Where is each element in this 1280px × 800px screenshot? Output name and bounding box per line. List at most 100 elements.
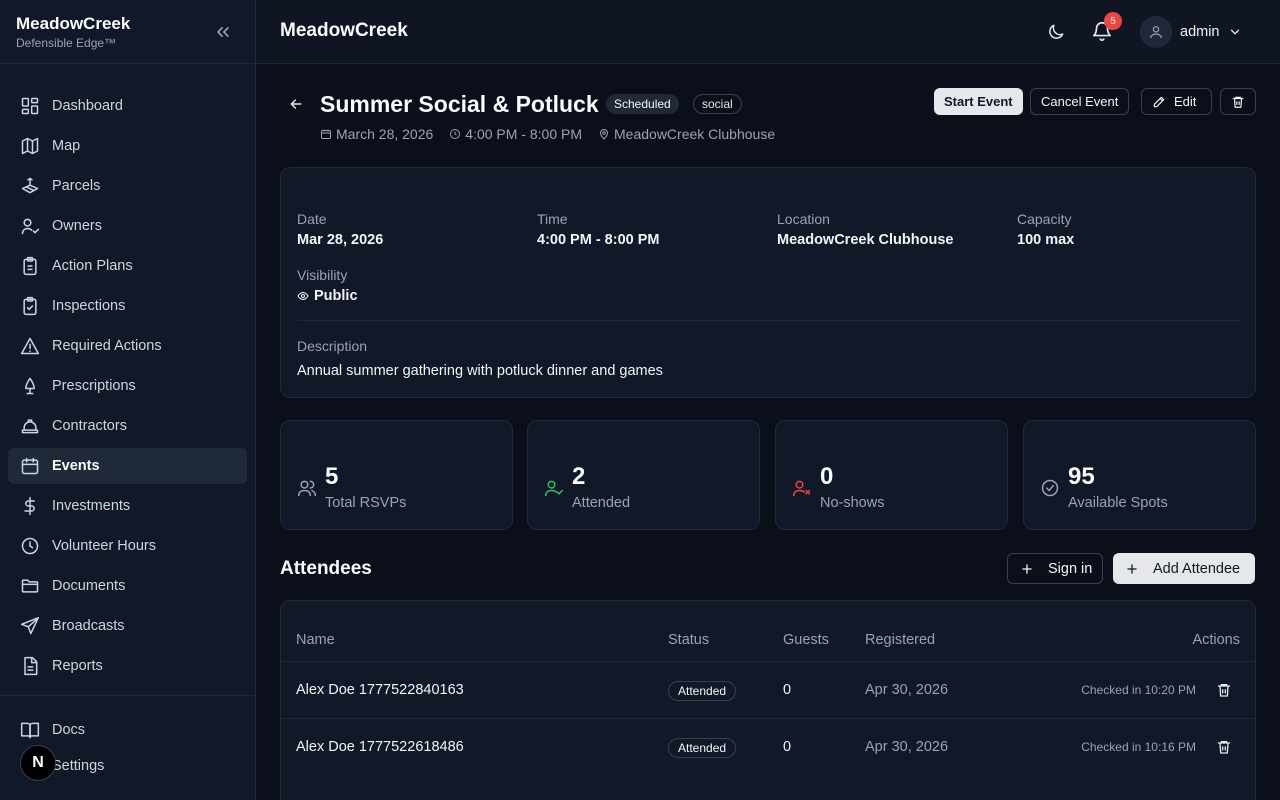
event-date-text: March 28, 2026 <box>336 126 434 142</box>
add-attendee-button[interactable]: Add Attendee <box>1113 553 1255 584</box>
back-arrow-icon[interactable] <box>288 96 304 112</box>
stat-available-spots: 95 Available Spots <box>1023 420 1256 530</box>
plus-icon <box>1020 562 1048 576</box>
eye-icon <box>297 290 314 302</box>
user-check-icon <box>544 478 564 498</box>
checked-in-time: Checked in 10:20 PM <box>1081 683 1196 697</box>
clipboard-icon <box>20 256 40 276</box>
sidebar-item-label: Required Actions <box>52 338 162 354</box>
clipboard-check-icon <box>20 296 40 316</box>
details-divider <box>297 320 1241 321</box>
user-x-icon <box>792 478 812 498</box>
column-header-actions: Actions <box>1192 632 1240 648</box>
brand-tagline: Defensible Edge™ <box>16 36 117 50</box>
edit-button[interactable]: Edit <box>1141 88 1212 115</box>
start-event-button[interactable]: Start Event <box>934 88 1023 115</box>
send-icon <box>20 616 40 636</box>
table-row: Alex Doe 1777522618486 Attended 0 Apr 30… <box>281 718 1255 775</box>
stat-no-shows: 0 No-shows <box>775 420 1008 530</box>
sidebar-item-docs[interactable]: Docs <box>8 712 247 748</box>
event-details-card: Date Mar 28, 2026 Time 4:00 PM - 8:00 PM… <box>280 167 1256 398</box>
user-menu[interactable]: admin <box>1140 16 1242 48</box>
report-icon <box>20 656 40 676</box>
stat-total-rsvps: 5 Total RSVPs <box>280 420 513 530</box>
sidebar-item-label: Owners <box>52 218 102 234</box>
sidebar-item-label: Prescriptions <box>52 378 136 394</box>
sidebar-item-label: Investments <box>52 498 131 514</box>
warning-icon <box>20 336 40 356</box>
detail-value: 100 max <box>1017 232 1075 248</box>
sidebar-item-dashboard[interactable]: Dashboard <box>8 88 247 124</box>
stat-label: Available Spots <box>1068 495 1168 511</box>
stat-value: 0 <box>820 463 834 490</box>
plus-icon <box>1125 562 1153 576</box>
sidebar-item-label: Parcels <box>52 178 101 194</box>
event-time: 4:00 PM - 8:00 PM <box>449 126 582 142</box>
trash-icon <box>1231 95 1245 109</box>
detail-visibility: Visibility Public <box>297 266 358 306</box>
trash-icon[interactable] <box>1216 682 1232 698</box>
chevron-down-icon <box>1228 25 1242 39</box>
trash-icon[interactable] <box>1216 739 1232 755</box>
book-icon <box>20 720 40 740</box>
status-badge: Attended <box>668 681 737 701</box>
sidebar-item-label: Broadcasts <box>52 618 125 634</box>
notification-count-badge: 5 <box>1104 12 1122 30</box>
top-header: MeadowCreek 5 admin <box>256 0 1280 64</box>
dashboard-icon <box>20 96 40 116</box>
brand: MeadowCreek Defensible Edge™ <box>16 14 130 51</box>
stat-value: 2 <box>572 463 586 490</box>
column-header-status: Status <box>668 632 710 648</box>
sidebar-item-owners[interactable]: Owners <box>8 208 247 244</box>
sidebar-item-documents[interactable]: Documents <box>8 568 247 604</box>
sidebar-item-events[interactable]: Events <box>8 448 247 484</box>
sidebar-item-inspections[interactable]: Inspections <box>8 288 247 324</box>
moon-icon[interactable] <box>1046 22 1066 42</box>
sign-in-button[interactable]: Sign in <box>1007 553 1103 584</box>
detail-label: Location <box>777 211 830 227</box>
dev-tools-badge[interactable]: N <box>20 745 56 781</box>
stat-label: Attended <box>572 495 631 511</box>
attendee-name: Alex Doe 1777522840163 <box>296 682 464 698</box>
sidebar-item-label: Action Plans <box>52 258 133 274</box>
collapse-sidebar-icon[interactable] <box>212 22 234 42</box>
description-text: Annual summer gathering with potluck din… <box>297 363 663 379</box>
event-time-text: 4:00 PM - 8:00 PM <box>465 126 583 142</box>
sidebar-item-parcels[interactable]: Parcels <box>8 168 247 204</box>
attendees-table: Name Status Guests Registered Actions Al… <box>280 600 1256 800</box>
calendar-icon <box>320 128 336 140</box>
detail-location: Location MeadowCreek Clubhouse <box>777 210 953 250</box>
sidebar-divider <box>0 695 256 696</box>
header-title: MeadowCreek <box>280 20 408 41</box>
sidebar-item-label: Map <box>52 138 81 154</box>
owners-icon <box>20 216 40 236</box>
status-badge: Attended <box>668 738 737 758</box>
registered-date: Apr 30, 2026 <box>865 682 949 698</box>
check-circle-icon <box>1040 478 1060 498</box>
sidebar-item-label: Reports <box>52 658 103 674</box>
table-row: Alex Doe 1777522840163 Attended 0 Apr 30… <box>281 661 1255 718</box>
category-badge: social <box>693 94 742 114</box>
sidebar-item-action-plans[interactable]: Action Plans <box>8 248 247 284</box>
sidebar-item-investments[interactable]: Investments <box>8 488 247 524</box>
sidebar-item-required-actions[interactable]: Required Actions <box>8 328 247 364</box>
detail-value: MeadowCreek Clubhouse <box>777 232 954 248</box>
sidebar-item-broadcasts[interactable]: Broadcasts <box>8 608 247 644</box>
tree-icon <box>20 376 40 396</box>
clock-icon <box>449 128 465 140</box>
dollar-icon <box>20 496 40 516</box>
detail-capacity: Capacity 100 max <box>1017 210 1074 250</box>
sidebar-item-reports[interactable]: Reports <box>8 648 247 684</box>
sidebar-item-prescriptions[interactable]: Prescriptions <box>8 368 247 404</box>
users-icon <box>297 478 317 498</box>
delete-event-button[interactable] <box>1220 88 1256 115</box>
brand-name: MeadowCreek <box>16 14 131 33</box>
stat-value: 95 <box>1068 463 1095 490</box>
sidebar: MeadowCreek Defensible Edge™ Dashboard M… <box>0 0 256 800</box>
parcels-icon <box>20 176 40 196</box>
cancel-event-button[interactable]: Cancel Event <box>1030 88 1130 115</box>
sidebar-item-volunteer-hours[interactable]: Volunteer Hours <box>8 528 247 564</box>
sidebar-item-map[interactable]: Map <box>8 128 247 164</box>
event-meta: March 28, 2026 4:00 PM - 8:00 PM MeadowC… <box>320 126 791 142</box>
sidebar-item-contractors[interactable]: Contractors <box>8 408 247 444</box>
